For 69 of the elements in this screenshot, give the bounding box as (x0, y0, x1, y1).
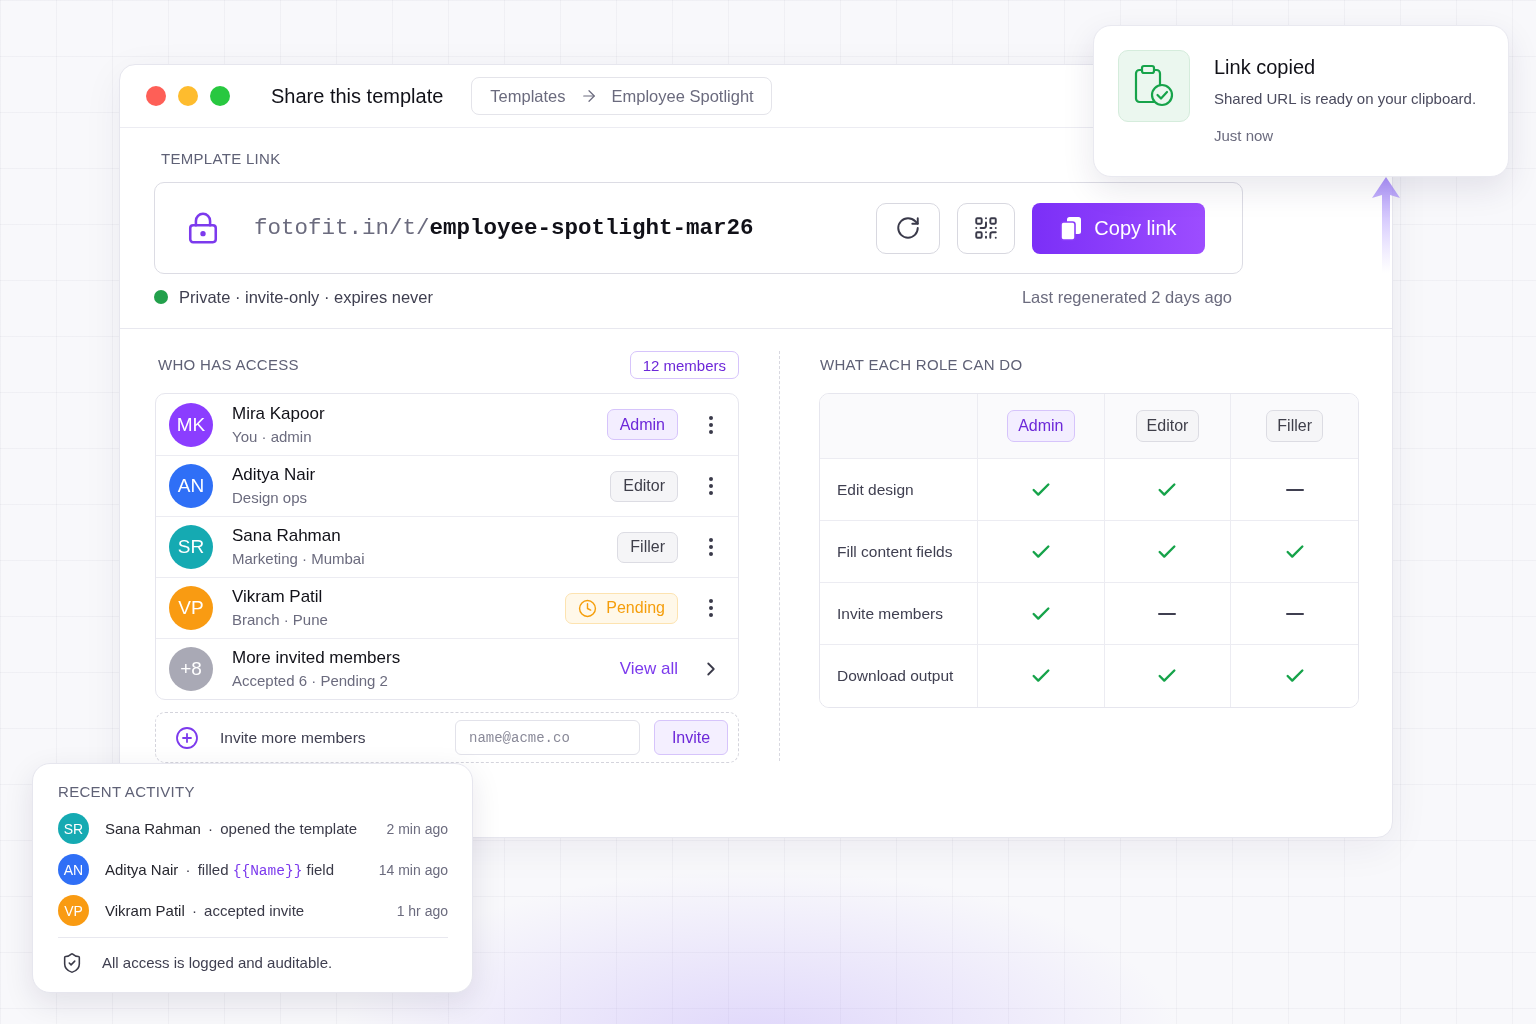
qr-code-button[interactable] (957, 202, 1015, 254)
activity-text: Aditya Nair · filled {{Name}} field (105, 860, 335, 879)
plus-circle-icon[interactable] (175, 725, 199, 750)
lock-icon (186, 211, 220, 245)
avatar: VP (58, 895, 89, 926)
activity-text: Vikram Patil · accepted invite (105, 902, 305, 919)
view-all-link[interactable]: View all (619, 659, 678, 679)
member-detail: Marketing · Mumbai (232, 549, 366, 569)
role-badge[interactable]: Admin (606, 409, 678, 440)
role-column-header: Admin (1007, 410, 1075, 442)
refresh-icon (895, 215, 921, 241)
avatar: AN (169, 464, 213, 508)
section-label: WHO HAS ACCESS (158, 356, 299, 374)
member-detail: Branch · Pune (232, 610, 329, 630)
role-column-header: Filler (1266, 410, 1323, 442)
activity-time: 1 hr ago (396, 902, 448, 919)
avatar: SR (169, 525, 213, 569)
audit-note: All access is logged and auditable. (102, 954, 333, 971)
role-badge[interactable]: Filler (617, 531, 678, 563)
activity-time: 2 min ago (386, 820, 448, 837)
member-name: Aditya Nair (232, 464, 317, 486)
regenerated-time: Last regenerated 2 days ago (1021, 287, 1232, 307)
copy-link-button[interactable]: Copy link (1032, 202, 1205, 254)
avatar: SR (58, 813, 89, 844)
permission-label: Invite members (837, 604, 943, 623)
breadcrumb-item[interactable]: Employee Spotlight (611, 86, 754, 106)
activity-time: 14 min ago (378, 861, 448, 878)
more-options-icon (709, 415, 713, 434)
window-title: Share this template (271, 84, 444, 108)
copy-icon (1060, 215, 1083, 241)
invite-button[interactable]: Invite (654, 720, 728, 755)
permission-label: Download output (837, 667, 954, 685)
clipboard-check-icon (1118, 50, 1190, 122)
member-detail: Accepted 6 · Pending 2 (232, 671, 389, 691)
avatar: MK (169, 402, 213, 447)
member-name: Mira Kapoor (232, 402, 326, 425)
avatar: AN (58, 854, 89, 885)
member-name: More invited members (232, 647, 402, 669)
role-badge[interactable]: Editor (610, 470, 678, 502)
invite-label: Invite more members (220, 728, 367, 747)
member-detail: You · admin (232, 426, 313, 447)
link-url: fotofit.in/t/employee-spotlight-mar26 (254, 215, 755, 241)
section-label: WHAT EACH ROLE CAN DO (820, 356, 1023, 374)
clock-icon (578, 598, 598, 618)
role-column-header: Editor (1135, 410, 1200, 442)
member-count-badge: 12 members (629, 351, 739, 379)
avatar: +8 (169, 647, 213, 691)
qr-code-icon (973, 215, 999, 241)
permission-label: Edit design (837, 480, 914, 499)
more-options-icon (709, 538, 713, 556)
member-name: Vikram Patil (232, 586, 324, 608)
more-options-icon (709, 599, 713, 617)
toast-time: Just now (1214, 126, 1275, 146)
close-button[interactable] (146, 86, 166, 106)
section-label: TEMPLATE LINK (161, 150, 282, 168)
toast-message: Shared URL is ready on your clipboard. (1214, 89, 1477, 109)
member-detail: Design ops (232, 488, 309, 508)
link-status: Private · invite-only · expires never (179, 287, 434, 307)
toast-title: Link copied (1214, 55, 1317, 79)
shield-check-icon (61, 951, 83, 974)
more-options-icon (709, 477, 713, 495)
permission-label: Fill content fields (837, 542, 953, 561)
breadcrumb-item[interactable]: Templates (490, 86, 566, 106)
email-input[interactable]: name@acme.co (455, 720, 640, 755)
member-name: Sana Rahman (232, 525, 342, 547)
section-label: RECENT ACTIVITY (58, 783, 196, 801)
avatar: VP (169, 586, 213, 630)
refresh-button[interactable] (876, 202, 940, 254)
activity-text: Sana Rahman · opened the template (105, 820, 358, 837)
